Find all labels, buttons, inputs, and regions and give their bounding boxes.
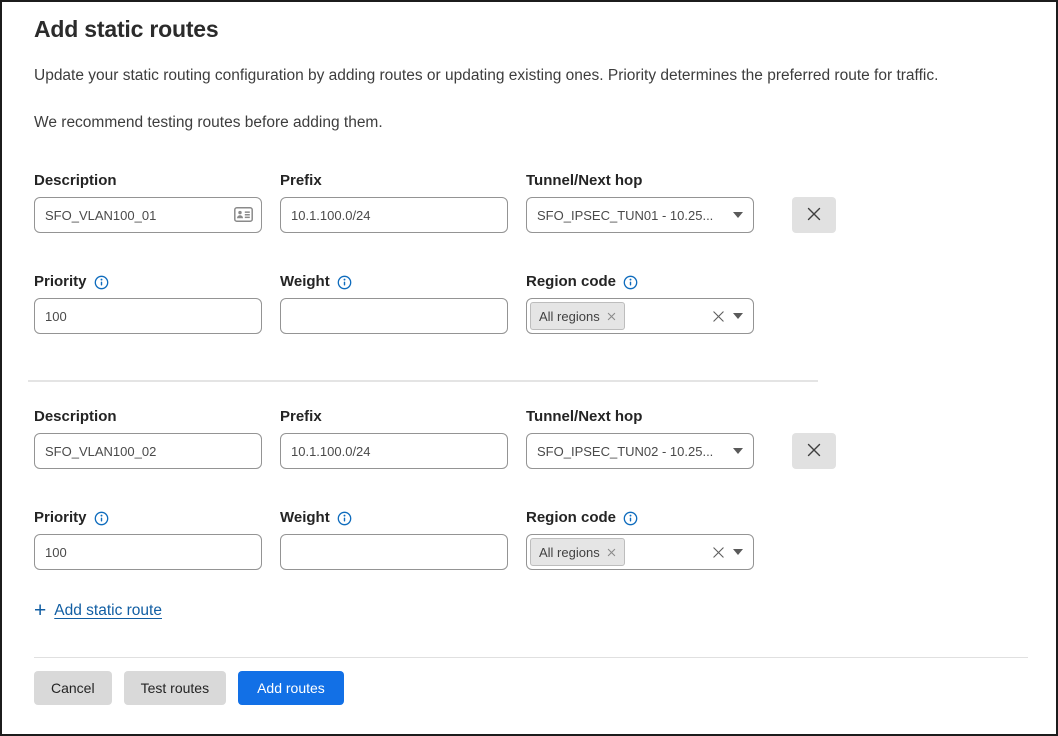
description-field: Description — [34, 172, 262, 233]
plus-icon: + — [34, 600, 46, 621]
info-icon[interactable] — [94, 275, 109, 290]
tunnel-field: Tunnel/Next hop SFO_IPSEC_TUN01 - 10.25.… — [526, 172, 754, 233]
description-field: Description — [34, 408, 262, 469]
region-field: Region code All regions — [526, 509, 754, 570]
test-routes-button[interactable]: Test routes — [124, 671, 226, 705]
weight-label: Weight — [280, 273, 508, 290]
priority-field: Priority — [34, 509, 262, 570]
region-label: Region code — [526, 273, 754, 290]
weight-input[interactable] — [280, 298, 508, 334]
prefix-input[interactable] — [280, 197, 508, 233]
route-block: Description Prefix Tunnel/Next hop — [34, 172, 1028, 334]
prefix-label: Prefix — [280, 172, 508, 189]
description-input[interactable] — [34, 433, 262, 469]
tunnel-label: Tunnel/Next hop — [526, 408, 754, 425]
description-label: Description — [34, 408, 262, 425]
region-code-select[interactable]: All regions — [526, 534, 754, 570]
chevron-down-icon — [733, 448, 743, 454]
info-icon[interactable] — [623, 275, 638, 290]
prefix-input[interactable] — [280, 433, 508, 469]
description-label: Description — [34, 172, 262, 189]
priority-input[interactable] — [34, 534, 262, 570]
remove-tag-icon[interactable] — [607, 309, 616, 324]
region-tag-label: All regions — [539, 309, 600, 324]
delete-route-button[interactable] — [792, 197, 836, 233]
description-input[interactable] — [34, 197, 262, 233]
priority-input[interactable] — [34, 298, 262, 334]
weight-field: Weight — [280, 509, 508, 570]
region-tag[interactable]: All regions — [530, 302, 625, 330]
tunnel-select[interactable]: SFO_IPSEC_TUN01 - 10.25... — [526, 197, 754, 233]
tunnel-select-value: SFO_IPSEC_TUN02 - 10.25... — [537, 444, 725, 459]
tunnel-select[interactable]: SFO_IPSEC_TUN02 - 10.25... — [526, 433, 754, 469]
remove-tag-icon[interactable] — [607, 545, 616, 560]
close-icon — [806, 206, 822, 225]
close-icon — [806, 442, 822, 461]
clear-selection-icon[interactable] — [712, 546, 725, 559]
footer-actions: Cancel Test routes Add routes — [34, 671, 1028, 705]
info-icon[interactable] — [623, 511, 638, 526]
priority-label: Priority — [34, 273, 262, 290]
info-icon[interactable] — [337, 511, 352, 526]
route-block: Description Prefix Tunnel/Next hop SFO_I… — [34, 408, 1028, 570]
weight-field: Weight — [280, 273, 508, 334]
cancel-button[interactable]: Cancel — [34, 671, 112, 705]
footer-divider — [34, 657, 1028, 658]
chevron-down-icon — [733, 549, 743, 555]
tunnel-select-value: SFO_IPSEC_TUN01 - 10.25... — [537, 208, 725, 223]
add-static-routes-dialog: Add static routes Update your static rou… — [2, 2, 1056, 705]
chevron-down-icon — [733, 212, 743, 218]
prefix-field: Prefix — [280, 408, 508, 469]
tunnel-field: Tunnel/Next hop SFO_IPSEC_TUN02 - 10.25.… — [526, 408, 754, 469]
delete-route-button[interactable] — [792, 433, 836, 469]
page-title: Add static routes — [34, 16, 1028, 43]
region-code-select[interactable]: All regions — [526, 298, 754, 334]
add-static-route-label: Add static route — [54, 602, 162, 620]
dialog-description: Update your static routing configuration… — [34, 67, 1028, 85]
region-field: Region code All regions — [526, 273, 754, 334]
priority-field: Priority — [34, 273, 262, 334]
dialog-note: We recommend testing routes before addin… — [34, 114, 1028, 132]
region-tag[interactable]: All regions — [530, 538, 625, 566]
add-routes-button[interactable]: Add routes — [238, 671, 344, 705]
chevron-down-icon — [733, 313, 743, 319]
priority-label: Priority — [34, 509, 262, 526]
region-label: Region code — [526, 509, 754, 526]
info-icon[interactable] — [94, 511, 109, 526]
clear-selection-icon[interactable] — [712, 310, 725, 323]
prefix-field: Prefix — [280, 172, 508, 233]
weight-input[interactable] — [280, 534, 508, 570]
route-divider — [28, 380, 818, 382]
add-static-route-link[interactable]: + Add static route — [34, 600, 162, 621]
tunnel-label: Tunnel/Next hop — [526, 172, 754, 189]
region-tag-label: All regions — [539, 545, 600, 560]
weight-label: Weight — [280, 509, 508, 526]
info-icon[interactable] — [337, 275, 352, 290]
prefix-label: Prefix — [280, 408, 508, 425]
